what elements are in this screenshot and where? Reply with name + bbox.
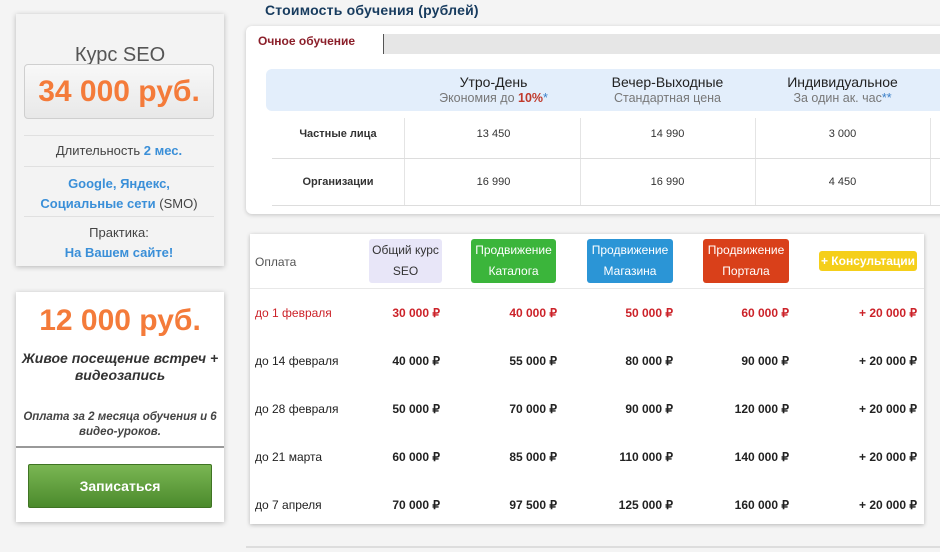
payment-value: 55 000 ₽ — [509, 354, 557, 368]
payment-value: + 20 000 ₽ — [858, 354, 917, 368]
payment-value: + 20 000 ₽ — [858, 306, 917, 320]
col-title: Вечер-Выходные — [611, 74, 724, 90]
cell-value: 14 990 — [650, 128, 685, 140]
practice-value: На Вашем сайте! — [64, 245, 174, 260]
payment-date: до 1 февраля — [255, 306, 332, 320]
payment-value: 60 000 ₽ — [741, 306, 789, 320]
row-divider — [272, 205, 940, 206]
col-title: Утро-День — [459, 74, 528, 90]
col-sub-star: * — [543, 91, 548, 105]
payment-date: до 28 февраля — [255, 402, 339, 416]
offer-subtitle: Живое посещение встреч + видеозапись — [16, 350, 224, 384]
page-divider — [246, 546, 940, 548]
cell-value: 16 990 — [476, 176, 511, 188]
payment-value: 120 000 ₽ — [734, 402, 789, 416]
row-label-private: Частные лица — [299, 128, 377, 140]
signup-button[interactable]: Записаться — [28, 464, 212, 508]
duration-value: 2 мес. — [143, 143, 183, 158]
payment-value: 90 000 ₽ — [741, 354, 789, 368]
payment-date: до 21 марта — [255, 450, 323, 464]
badge-line: Каталога — [488, 264, 539, 278]
cell-value: 13 450 — [476, 128, 511, 140]
duration-row: Длительность 2 мес. — [24, 135, 214, 166]
payment-date: до 7 апреля — [255, 498, 322, 512]
row-label-org: Организации — [302, 176, 374, 188]
col-header-evening: Вечер-Выходные Стандартная цена — [580, 74, 755, 105]
payment-value: 70 000 ₽ — [392, 498, 440, 512]
payment-value: 60 000 ₽ — [392, 450, 440, 464]
tab-fulltime[interactable]: Очное обучение — [258, 34, 355, 48]
col-sub: За один ак. час — [793, 91, 882, 105]
badge-line: Общий курс — [372, 243, 439, 257]
payment-value: 40 000 ₽ — [509, 306, 557, 320]
badge-shop: Продвижение Магазина — [587, 239, 673, 283]
pricing-panel: Очное обучение Утро-День Экономия до 10%… — [246, 26, 940, 214]
payment-value: 70 000 ₽ — [509, 402, 557, 416]
col-sub-star: ** — [881, 91, 892, 105]
payment-value: 125 000 ₽ — [618, 498, 673, 512]
engines-line1: Google, Яндекс, — [68, 176, 170, 191]
payment-value: 97 500 ₽ — [509, 498, 557, 512]
badge-line: Портала — [722, 264, 770, 278]
divider — [16, 446, 224, 448]
badge-line: Продвижение — [707, 243, 785, 257]
badge-catalog: Продвижение Каталога — [471, 239, 556, 283]
badge-portal: Продвижение Портала — [703, 239, 789, 283]
col-header-individual: Индивидуальное За один ак. час** — [755, 74, 930, 105]
col-divider — [930, 118, 931, 206]
payment-value: + 20 000 ₽ — [858, 402, 917, 416]
offer-subtitle-line2: видеозапись — [74, 367, 166, 383]
row-divider — [272, 158, 940, 159]
payment-value: 140 000 ₽ — [734, 450, 789, 464]
col-header-morning: Утро-День Экономия до 10%* — [406, 74, 581, 105]
offer-note: Оплата за 2 месяца обучения и 6 видео-ур… — [16, 410, 224, 440]
practice-row: Практика: На Вашем сайте! — [24, 216, 214, 264]
col-title: Индивидуальное — [787, 74, 898, 90]
badge-line: Продвижение — [475, 243, 552, 257]
cell-value: 4 450 — [828, 176, 857, 188]
engines-row: Google, Яндекс, Социальные сети (SMO) — [24, 166, 214, 214]
cell-value: 16 990 — [650, 176, 685, 188]
badge-line: Магазина — [603, 264, 657, 278]
offer-price: 12 000 руб. — [39, 304, 201, 337]
cell-value: 3 000 — [828, 128, 857, 140]
payment-label: Оплата — [255, 255, 297, 269]
payment-value: 50 000 ₽ — [392, 402, 440, 416]
col-sub: Стандартная цена — [613, 91, 722, 105]
badge-line: SEO — [392, 264, 419, 278]
payment-date: до 14 февраля — [255, 354, 339, 368]
badge-consult: + Консультации — [819, 251, 917, 271]
col-sub-highlight: 10% — [518, 91, 544, 105]
badge-line: Продвижение — [591, 243, 669, 257]
payment-value: 80 000 ₽ — [625, 354, 673, 368]
practice-label: Практика: — [89, 225, 149, 240]
header-divider — [250, 288, 924, 289]
engines-social: Социальные сети — [40, 196, 156, 211]
offer-card: 12 000 руб. Живое посещение встреч + вид… — [16, 292, 224, 522]
payment-value: 85 000 ₽ — [509, 450, 557, 464]
course-price: 34 000 руб. — [24, 64, 214, 119]
col-sub: Экономия до — [439, 91, 519, 105]
payment-value: 30 000 ₽ — [392, 306, 440, 320]
payment-value: 40 000 ₽ — [392, 354, 440, 368]
payment-value: 110 000 ₽ — [619, 450, 673, 464]
payment-value: + 20 000 ₽ — [858, 450, 917, 464]
payment-value: 160 000 ₽ — [734, 498, 789, 512]
badge-general: Общий курс SEO — [369, 239, 442, 283]
pricing-heading: Стоимость обучения (рублей) — [265, 2, 479, 18]
tab-bar — [383, 34, 940, 54]
payment-value: 90 000 ₽ — [625, 402, 673, 416]
engines-smo: (SMO) — [155, 196, 198, 211]
payment-panel: Оплата Общий курс SEO Продвижение Катало… — [250, 234, 924, 524]
payment-value: 50 000 ₽ — [625, 306, 673, 320]
offer-note-line1: Оплата за 2 месяца обучения и 6 — [23, 411, 217, 423]
payment-value: + 20 000 ₽ — [858, 498, 917, 512]
offer-subtitle-line1: Живое посещение встреч + — [21, 350, 219, 366]
offer-note-line2: видео-уроков. — [79, 426, 161, 438]
duration-label: Длительность — [55, 143, 141, 158]
course-card: Курс SEO 34 000 руб. Длительность 2 мес.… — [16, 14, 224, 266]
col-divider — [404, 118, 405, 206]
